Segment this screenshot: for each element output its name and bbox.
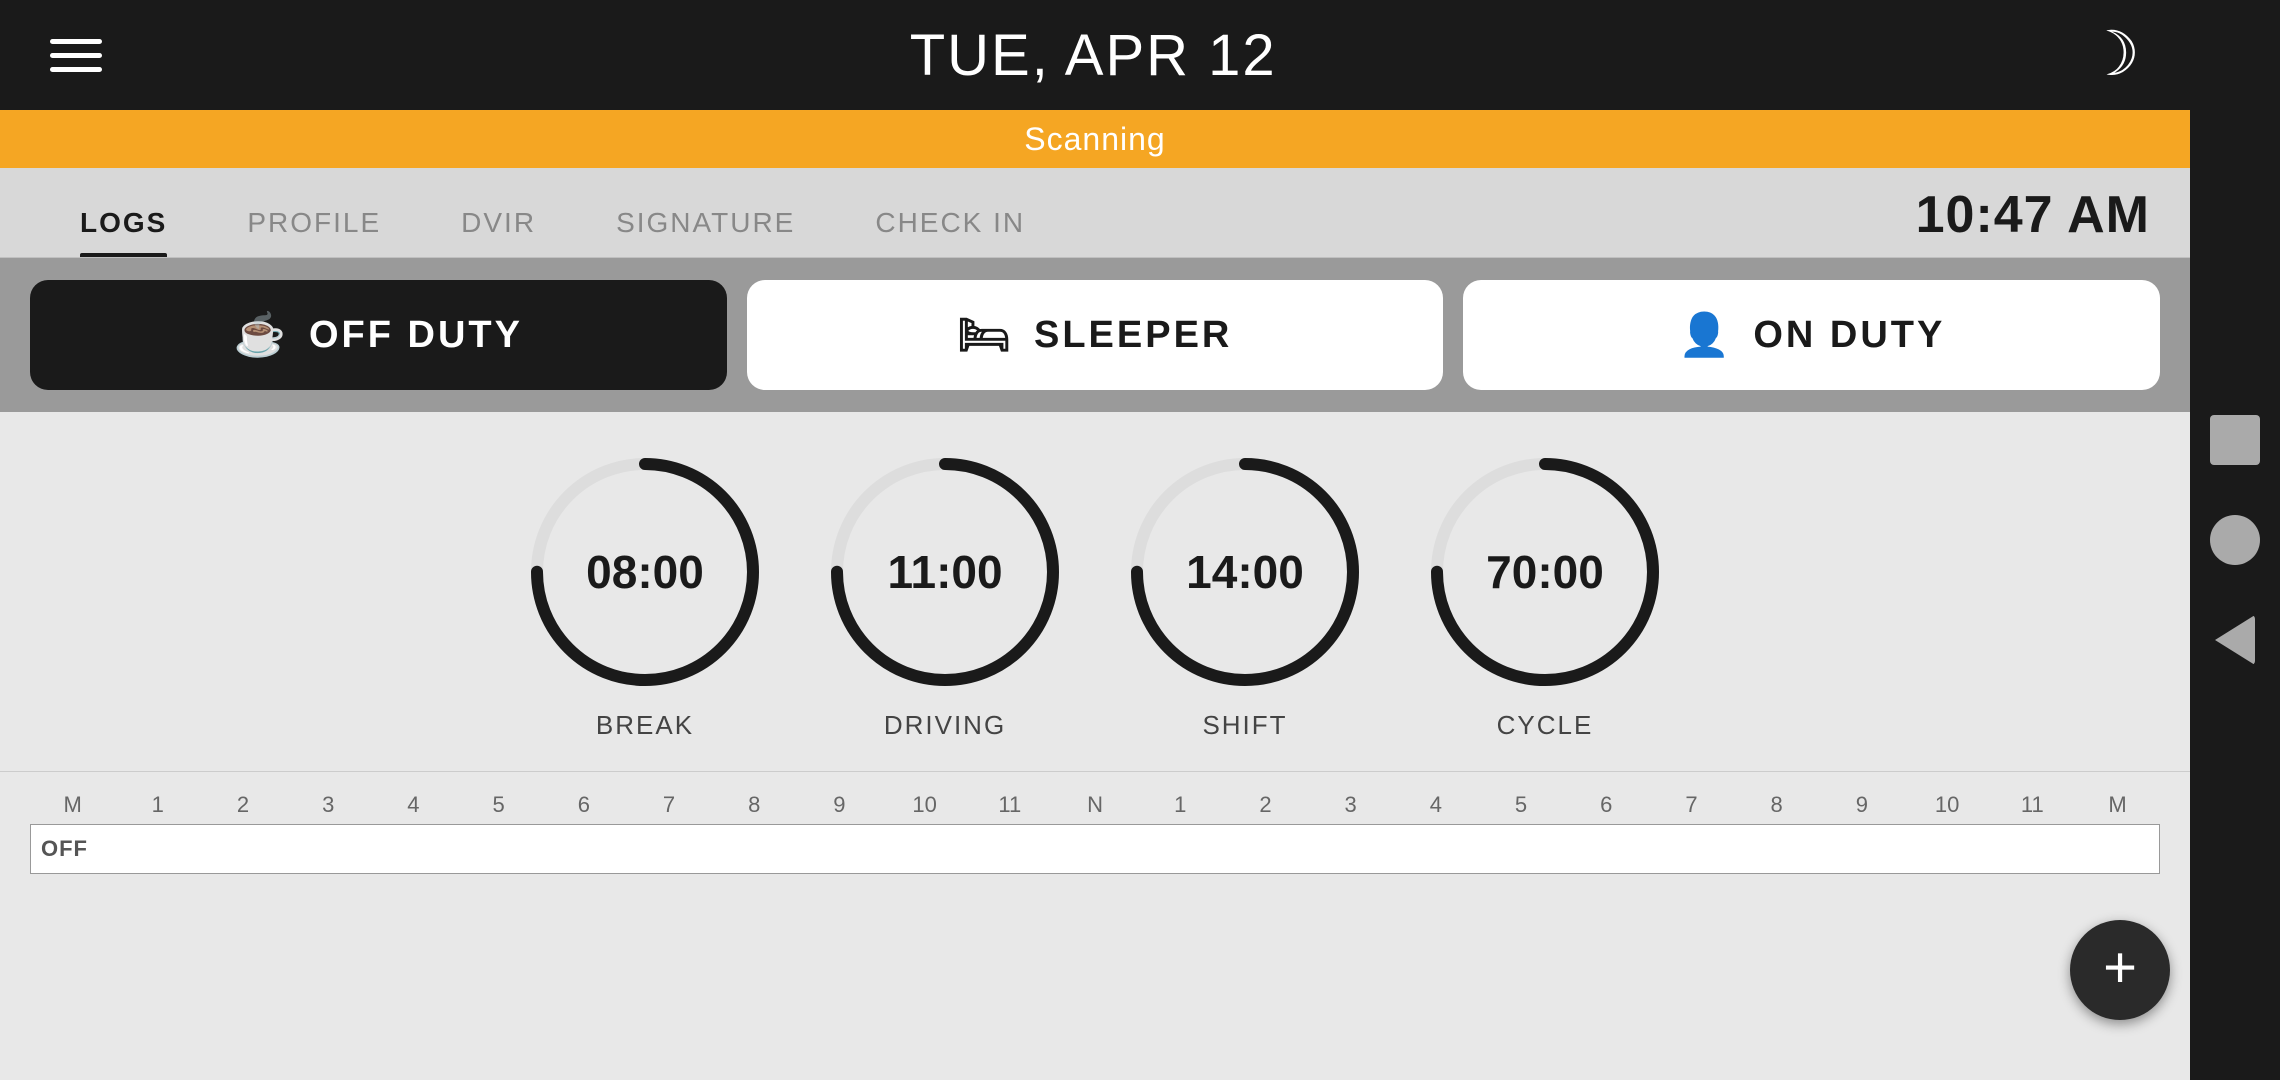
- plus-icon: +: [2103, 939, 2137, 997]
- timeline-bar: OFF: [30, 824, 2160, 874]
- break-label: BREAK: [596, 710, 694, 741]
- current-time: 10:47 AM: [1916, 185, 2150, 257]
- timeline-label: 7: [1649, 792, 1734, 818]
- on-duty-button[interactable]: 👤 ON DUTY: [1463, 280, 2160, 390]
- timeline-label: 10: [882, 792, 967, 818]
- scanning-bar: Scanning: [0, 110, 2190, 168]
- android-square-button[interactable]: [2210, 415, 2260, 465]
- person-clock-icon: 👤: [1678, 311, 1733, 360]
- cycle-timer: 70:00 CYCLE: [1425, 452, 1665, 741]
- driving-value: 11:00: [887, 545, 1002, 599]
- timeline-label: N: [1052, 792, 1137, 818]
- timeline-label: 4: [1393, 792, 1478, 818]
- timeline-grid: M1234567891011N1234567891011M OFF: [0, 792, 2190, 874]
- timeline-label: M: [2075, 792, 2160, 818]
- break-timer: 08:00 BREAK: [525, 452, 765, 741]
- timeline-label: 2: [200, 792, 285, 818]
- cycle-label: CYCLE: [1497, 710, 1594, 741]
- header-date: TUE, APR 12: [910, 22, 1277, 89]
- shift-value: 14:00: [1186, 545, 1304, 599]
- tab-check-in[interactable]: CHECK IN: [835, 207, 1065, 257]
- break-circle: 08:00: [525, 452, 765, 692]
- fab-add-button[interactable]: +: [2070, 920, 2170, 1020]
- timeline-label: 10: [1904, 792, 1989, 818]
- shift-timer: 14:00 SHIFT: [1125, 452, 1365, 741]
- timeline-label: 5: [1478, 792, 1563, 818]
- timeline-label: 11: [1990, 792, 2075, 818]
- off-duty-button[interactable]: ☕ OFF DUTY: [30, 280, 727, 390]
- off-duty-timeline-label: OFF: [41, 836, 88, 862]
- sleeper-label: SLEEPER: [1034, 314, 1232, 357]
- header-bar: TUE, APR 12 ☽: [0, 0, 2190, 110]
- driving-timer: 11:00 DRIVING: [825, 452, 1065, 741]
- timers-area: 08:00 BREAK 11:00 DRIVING: [0, 412, 2190, 1080]
- timeline-label: 8: [1734, 792, 1819, 818]
- timeline-area: M1234567891011N1234567891011M OFF: [0, 771, 2190, 884]
- timeline-label: 9: [797, 792, 882, 818]
- bed-icon: 🛏: [958, 311, 1014, 360]
- coffee-icon: ☕: [234, 311, 289, 360]
- off-duty-label: OFF DUTY: [309, 314, 523, 357]
- on-duty-label: ON DUTY: [1753, 314, 1945, 357]
- timeline-label: 6: [541, 792, 626, 818]
- scanning-status: Scanning: [1024, 121, 1165, 158]
- shift-circle: 14:00: [1125, 452, 1365, 692]
- tab-signature[interactable]: SIGNATURE: [576, 207, 835, 257]
- sleeper-button[interactable]: 🛏 SLEEPER: [747, 280, 1444, 390]
- tab-profile[interactable]: PROFILE: [207, 207, 421, 257]
- android-back-button[interactable]: [2215, 615, 2255, 665]
- timeline-label: 5: [456, 792, 541, 818]
- moon-icon[interactable]: ☽: [2084, 24, 2140, 86]
- timeline-label: 1: [115, 792, 200, 818]
- timeline-label: 7: [626, 792, 711, 818]
- timeline-label: 3: [286, 792, 371, 818]
- tab-dvir[interactable]: DVIR: [421, 207, 576, 257]
- shift-label: SHIFT: [1202, 710, 1287, 741]
- timeline-numbers-row: M1234567891011N1234567891011M: [30, 792, 2160, 818]
- hamburger-menu-button[interactable]: [50, 39, 102, 72]
- timeline-label: 6: [1564, 792, 1649, 818]
- timer-circles-row: 08:00 BREAK 11:00 DRIVING: [525, 452, 1665, 741]
- timeline-label: 1: [1138, 792, 1223, 818]
- timeline-label: 9: [1819, 792, 1904, 818]
- timeline-label: 4: [371, 792, 456, 818]
- timeline-label: 2: [1223, 792, 1308, 818]
- cycle-value: 70:00: [1486, 545, 1604, 599]
- timeline-label: M: [30, 792, 115, 818]
- driving-circle: 11:00: [825, 452, 1065, 692]
- timeline-label: 11: [967, 792, 1052, 818]
- driving-label: DRIVING: [884, 710, 1006, 741]
- status-buttons-row: ☕ OFF DUTY 🛏 SLEEPER 👤 ON DUTY: [0, 258, 2190, 412]
- tab-logs[interactable]: LOGS: [40, 207, 207, 257]
- android-circle-button[interactable]: [2210, 515, 2260, 565]
- cycle-circle: 70:00: [1425, 452, 1665, 692]
- timeline-label: 3: [1308, 792, 1393, 818]
- break-value: 08:00: [586, 545, 704, 599]
- navigation-tabs: LOGS PROFILE DVIR SIGNATURE CHECK IN 10:…: [0, 168, 2190, 258]
- android-nav-panel: [2190, 0, 2280, 1080]
- timeline-label: 8: [712, 792, 797, 818]
